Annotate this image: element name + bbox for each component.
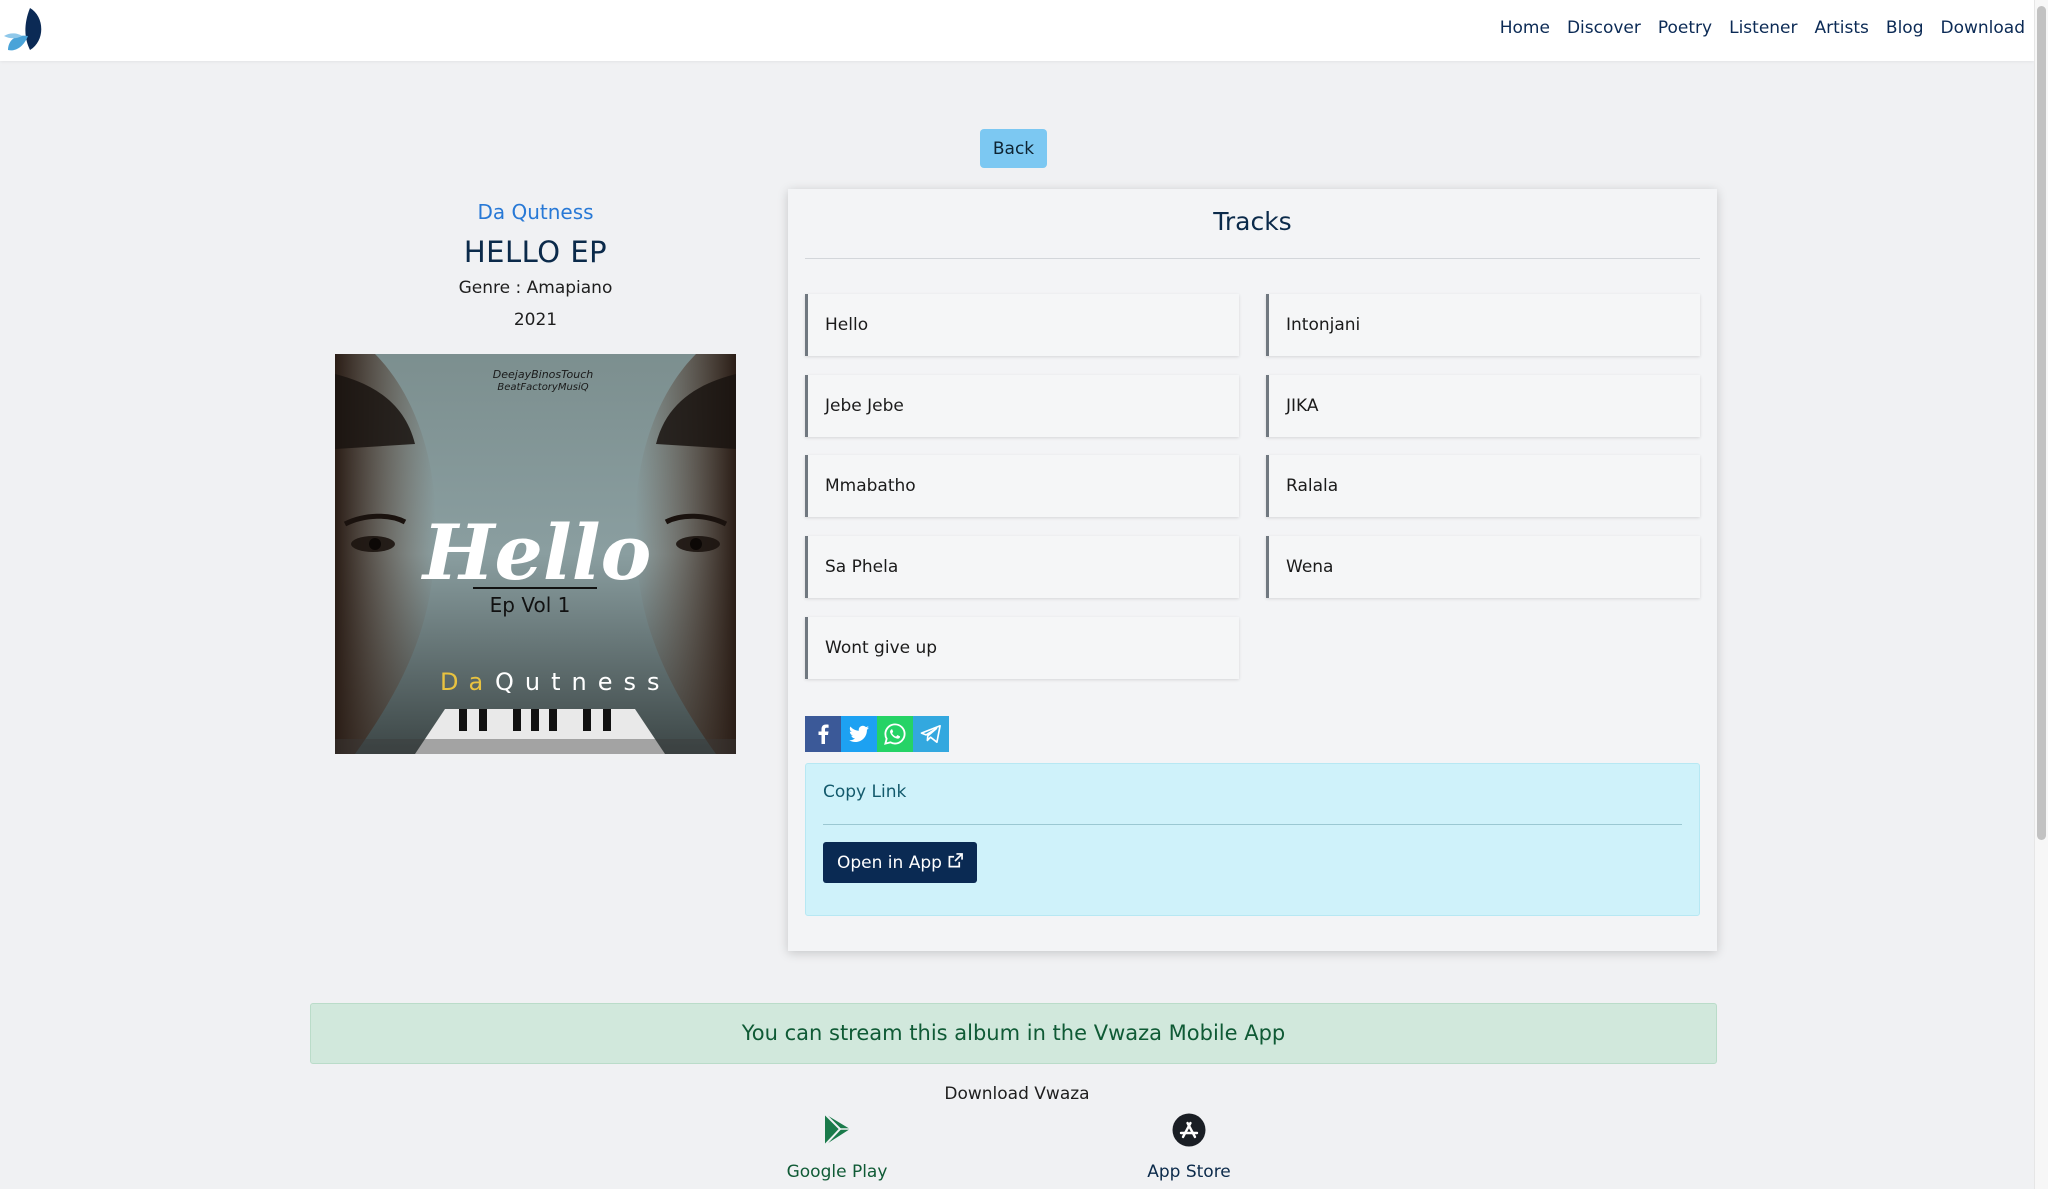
svg-text:Hello: Hello	[421, 508, 652, 597]
app-store-link[interactable]: App Store	[1089, 1112, 1289, 1182]
telegram-icon[interactable]	[913, 716, 949, 752]
open-in-app-label: Open in App	[837, 852, 942, 873]
nav-poetry[interactable]: Poetry	[1658, 18, 1712, 38]
album-genre: Genre : Amapiano	[458, 278, 613, 298]
main-nav: Home Discover Poetry Listener Artists Bl…	[1500, 18, 2025, 38]
track-item-sa-phela[interactable]: Sa Phela	[805, 536, 1239, 598]
nav-discover[interactable]: Discover	[1567, 18, 1641, 38]
tracks-card: Tracks Hello Intonjani Jebe Jebe JIKA Mm…	[788, 189, 1717, 951]
whatsapp-icon[interactable]	[877, 716, 913, 752]
top-navbar: Home Discover Poetry Listener Artists Bl…	[0, 0, 2034, 61]
album-cover-image: DeejayBinosTouch BeatFactoryMusiQ Hello …	[335, 354, 736, 754]
album-year: 2021	[513, 310, 558, 330]
twitter-icon[interactable]	[841, 716, 877, 752]
svg-text:BeatFactoryMusiQ: BeatFactoryMusiQ	[497, 382, 588, 393]
copy-link[interactable]: Copy Link	[823, 782, 906, 802]
back-button[interactable]: Back	[980, 129, 1047, 168]
track-item-jebe-jebe[interactable]: Jebe Jebe	[805, 375, 1239, 437]
svg-text:Qutness: Qutness	[495, 668, 671, 696]
track-item-mmabatho[interactable]: Mmabatho	[805, 455, 1239, 517]
share-buttons	[805, 716, 949, 752]
track-item-ralala[interactable]: Ralala	[1266, 455, 1700, 517]
vwaza-logo-icon[interactable]	[4, 6, 44, 52]
download-label: Download Vwaza	[944, 1084, 1090, 1104]
share-link-box: Copy Link Open in App	[805, 763, 1700, 916]
page-scrollbar[interactable]	[2034, 0, 2048, 1189]
facebook-icon[interactable]	[805, 716, 841, 752]
nav-listener[interactable]: Listener	[1729, 18, 1797, 38]
app-store-icon	[1171, 1112, 1207, 1148]
artist-name[interactable]: Da Qutness	[335, 198, 736, 226]
svg-text:Da: Da	[440, 668, 493, 696]
track-item-jika[interactable]: JIKA	[1266, 375, 1700, 437]
google-play-label: Google Play	[786, 1162, 888, 1182]
google-play-link[interactable]: Google Play	[737, 1112, 937, 1182]
open-in-app-button[interactable]: Open in App	[823, 842, 977, 883]
nav-blog[interactable]: Blog	[1886, 18, 1924, 38]
nav-home[interactable]: Home	[1500, 18, 1550, 38]
track-item-hello[interactable]: Hello	[805, 294, 1239, 356]
album-title: HELLO EP	[463, 235, 608, 269]
app-store-label: App Store	[1147, 1162, 1231, 1182]
svg-text:Ep Vol 1: Ep Vol 1	[490, 593, 571, 617]
scrollbar-thumb[interactable]	[2037, 6, 2046, 840]
google-play-icon	[819, 1112, 855, 1148]
track-item-intonjani[interactable]: Intonjani	[1266, 294, 1700, 356]
tracks-heading: Tracks	[805, 207, 1700, 259]
external-link-icon	[948, 852, 963, 873]
stream-banner: You can stream this album in the Vwaza M…	[310, 1003, 1717, 1064]
nav-download[interactable]: Download	[1940, 18, 2025, 38]
track-item-wena[interactable]: Wena	[1266, 536, 1700, 598]
divider	[823, 824, 1682, 825]
nav-artists[interactable]: Artists	[1815, 18, 1869, 38]
album-info: Da Qutness HELLO EP Genre : Amapiano 202…	[335, 198, 736, 332]
svg-text:DeejayBinosTouch: DeejayBinosTouch	[493, 368, 593, 381]
track-item-wont-give-up[interactable]: Wont give up	[805, 617, 1239, 679]
